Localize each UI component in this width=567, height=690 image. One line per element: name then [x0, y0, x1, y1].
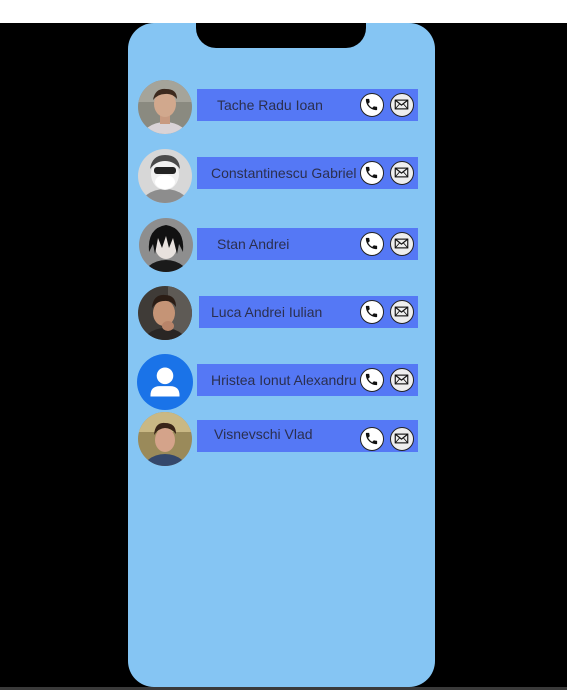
call-button[interactable] — [360, 368, 384, 392]
top-white-strip — [0, 0, 567, 23]
contact-row-visnevschi[interactable]: Visnevschi Vlad — [197, 420, 418, 452]
photo-man-masked-icon — [138, 149, 192, 203]
phone-notch — [196, 23, 366, 48]
phone-icon — [365, 98, 378, 111]
envelope-icon — [394, 433, 409, 444]
contact-row-tache[interactable]: Tache Radu Ioan — [197, 89, 418, 121]
phone-frame: Tache Radu Ioan Constantinescu Gabriel S… — [128, 23, 435, 687]
contact-avatar-hristea[interactable] — [137, 354, 193, 410]
envelope-icon — [394, 238, 409, 249]
contact-name: Hristea Ionut Alexandru — [211, 372, 357, 388]
email-button[interactable] — [390, 427, 414, 451]
phone-icon — [365, 305, 378, 318]
contact-avatar-tache[interactable] — [138, 80, 192, 134]
phone-icon — [365, 237, 378, 250]
contact-name: Luca Andrei Iulian — [211, 304, 323, 320]
contact-name: Stan Andrei — [217, 236, 290, 252]
contact-row-stan[interactable]: Stan Andrei — [197, 228, 418, 260]
contact-avatar-constantinescu[interactable] — [138, 149, 192, 203]
email-button[interactable] — [390, 161, 414, 185]
envelope-icon — [394, 306, 409, 317]
contact-avatar-luca[interactable] — [138, 286, 192, 340]
photo-man-shirt-icon — [138, 80, 192, 134]
email-button[interactable] — [390, 232, 414, 256]
contact-row-constantinescu[interactable]: Constantinescu Gabriel — [197, 157, 418, 189]
contact-avatar-visnevschi[interactable] — [138, 412, 192, 466]
email-button[interactable] — [390, 93, 414, 117]
envelope-icon — [394, 99, 409, 110]
call-button[interactable] — [360, 300, 384, 324]
phone-icon — [365, 373, 378, 386]
call-button[interactable] — [360, 93, 384, 117]
contact-name: Constantinescu Gabriel — [211, 165, 357, 181]
phone-icon — [365, 432, 378, 445]
contact-row-luca[interactable]: Luca Andrei Iulian — [199, 296, 418, 328]
phone-icon — [365, 166, 378, 179]
envelope-icon — [394, 167, 409, 178]
contact-name: Visnevschi Vlad — [214, 426, 313, 442]
envelope-icon — [394, 374, 409, 385]
contact-name: Tache Radu Ioan — [217, 97, 323, 113]
photo-man-dark-icon — [138, 286, 192, 340]
default-person-icon — [137, 354, 193, 410]
email-button[interactable] — [390, 300, 414, 324]
call-button[interactable] — [360, 427, 384, 451]
anime-character-icon — [139, 218, 193, 272]
contact-avatar-stan[interactable] — [139, 218, 193, 272]
call-button[interactable] — [360, 232, 384, 256]
contact-row-hristea[interactable]: Hristea Ionut Alexandru — [197, 364, 418, 396]
email-button[interactable] — [390, 368, 414, 392]
call-button[interactable] — [360, 161, 384, 185]
photo-man-outdoor-icon — [138, 412, 192, 466]
